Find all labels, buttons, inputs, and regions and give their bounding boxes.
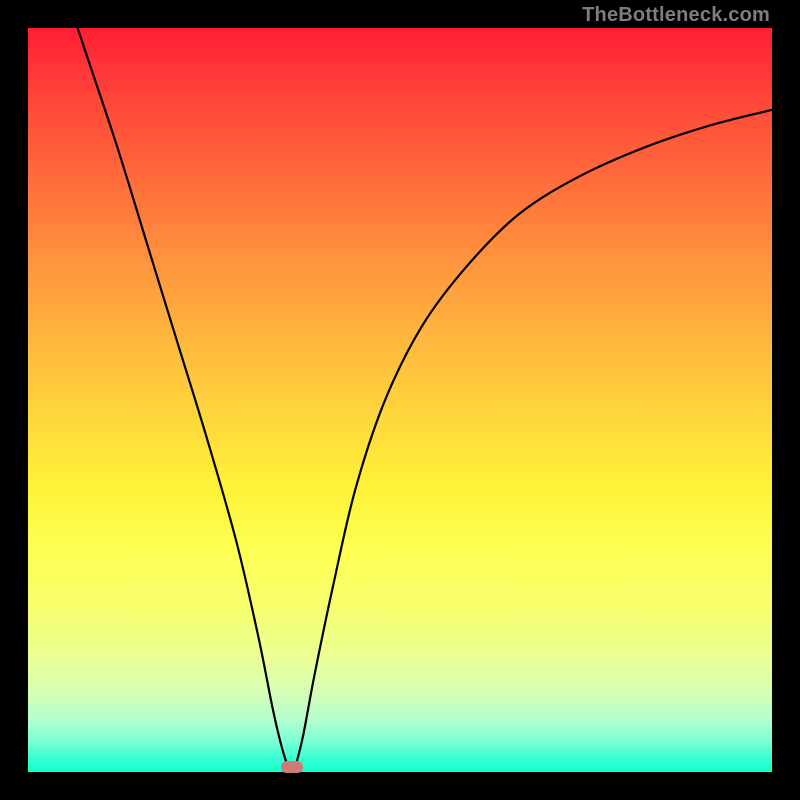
bottleneck-curve bbox=[58, 28, 772, 772]
curve-svg bbox=[28, 28, 772, 772]
watermark-text: TheBottleneck.com bbox=[582, 4, 770, 27]
plot-area bbox=[28, 28, 772, 772]
chart-frame: TheBottleneck.com bbox=[0, 0, 800, 800]
optimum-marker bbox=[281, 761, 303, 773]
